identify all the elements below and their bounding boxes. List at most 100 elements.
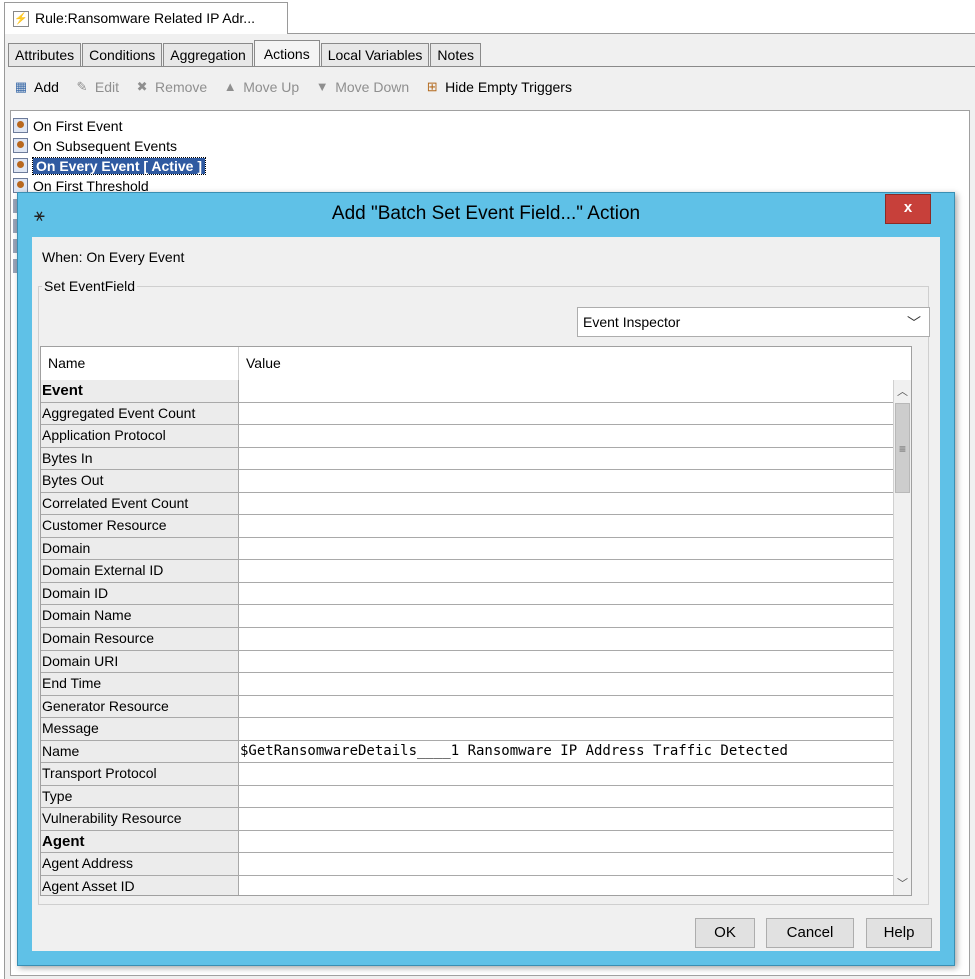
field-value-cell[interactable] — [239, 470, 894, 492]
scroll-thumb[interactable]: ≡ — [895, 403, 910, 493]
column-header-name[interactable]: Name — [48, 355, 85, 371]
field-name-cell: Vulnerability Resource — [41, 808, 239, 830]
table-row[interactable]: Generator Resource — [41, 695, 894, 719]
field-value-cell[interactable]: $GetRansomwareDetails____1 Ransomware IP… — [239, 740, 894, 763]
trigger-item-on-first-event[interactable]: On First Event — [13, 116, 122, 135]
field-name-cell: End Time — [41, 673, 239, 695]
field-value-cell[interactable] — [239, 876, 894, 895]
field-value-cell[interactable] — [239, 402, 894, 425]
column-header-value[interactable]: Value — [246, 355, 281, 371]
table-row[interactable]: Transport Protocol — [41, 763, 894, 786]
move-down-button[interactable]: ▼ Move Down — [313, 78, 409, 96]
set-eventfield-legend: Set EventField — [42, 278, 138, 294]
field-value-cell[interactable] — [239, 425, 894, 447]
table-row[interactable]: Domain Name — [41, 605, 894, 629]
field-value-cell[interactable] — [239, 785, 894, 808]
table-row[interactable]: Message — [41, 718, 894, 741]
field-name-cell: Message — [41, 718, 239, 740]
table-row[interactable]: Name $GetRansomwareDetails____1 Ransomwar… — [41, 740, 894, 764]
trigger-item-on-subsequent-events[interactable]: On Subsequent Events — [13, 136, 177, 155]
dialog-body: When: On Every Event Set EventField Even… — [32, 237, 940, 951]
cancel-button[interactable]: Cancel — [766, 918, 854, 948]
rule-document-tab[interactable]: ⚡ Rule:Ransomware Related IP Adr... — [4, 2, 288, 34]
add-button[interactable]: ▦ Add — [12, 78, 59, 96]
hide-empty-triggers-button[interactable]: ⊞ Hide Empty Triggers — [423, 78, 572, 96]
grid-scrollbar[interactable]: ︿ ≡ ﹀ — [893, 380, 911, 895]
table-row[interactable]: Agent Address — [41, 853, 894, 877]
dialog-title-bar[interactable]: ⚹ Add "Batch Set Event Field..." Action … — [18, 193, 954, 237]
field-value-cell[interactable] — [239, 380, 894, 402]
edit-button[interactable]: ✎ Edit — [73, 78, 119, 96]
field-name-cell: Agent Address — [41, 853, 239, 876]
field-value-cell[interactable] — [239, 808, 894, 830]
field-value-cell[interactable] — [239, 515, 894, 537]
trigger-label: On Every Event [ Active ] — [32, 156, 206, 175]
category-row[interactable]: Event — [41, 380, 894, 403]
chevron-down-icon: ﹀ — [907, 315, 921, 331]
tab-strip-border — [8, 66, 975, 67]
when-label: When: On Every Event — [42, 249, 185, 265]
field-value-cell[interactable] — [239, 650, 894, 673]
field-value-cell[interactable] — [239, 763, 894, 785]
table-row[interactable]: Application Protocol — [41, 425, 894, 448]
arrow-up-icon: ▲ — [223, 79, 237, 94]
trigger-icon — [13, 118, 28, 133]
field-name-cell: Agent — [41, 830, 239, 853]
field-value-cell[interactable] — [239, 537, 894, 560]
scroll-up-icon[interactable]: ︿ — [894, 383, 911, 401]
table-row[interactable]: Correlated Event Count — [41, 492, 894, 516]
field-value-cell[interactable] — [239, 673, 894, 695]
remove-button[interactable]: ✖ Remove — [133, 78, 208, 96]
field-value-cell[interactable] — [239, 560, 894, 582]
move-up-button[interactable]: ▲ Move Up — [221, 78, 299, 96]
tab-actions[interactable]: Actions — [253, 40, 320, 67]
table-row[interactable]: Domain ID — [41, 582, 894, 606]
table-row[interactable]: Bytes Out — [41, 470, 894, 493]
field-value-cell[interactable] — [239, 605, 894, 628]
field-value-cell[interactable] — [239, 628, 894, 650]
field-value-cell[interactable] — [239, 582, 894, 605]
help-button[interactable]: Help — [866, 918, 932, 948]
table-row[interactable]: Aggregated Event Count — [41, 402, 894, 426]
tab-conditions[interactable]: Conditions — [82, 43, 163, 67]
column-divider[interactable] — [238, 347, 239, 380]
rule-icon: ⚡ — [13, 11, 29, 27]
field-name-cell: Correlated Event Count — [41, 492, 239, 515]
tab-notes[interactable]: Notes — [430, 43, 481, 67]
category-row[interactable]: Agent — [41, 830, 894, 854]
field-value-cell[interactable] — [239, 447, 894, 470]
close-button[interactable]: x — [885, 194, 931, 224]
field-value-cell[interactable] — [239, 830, 894, 853]
table-row[interactable]: Customer Resource — [41, 515, 894, 538]
trigger-item-on-every-event[interactable]: On Every Event [ Active ] — [13, 156, 206, 175]
field-name-cell: Domain External ID — [41, 560, 239, 582]
actions-toolbar: ▦ Add ✎ Edit ✖ Remove ▲ Move Up ▼ Move D… — [12, 76, 586, 98]
table-row[interactable]: Agent Asset ID — [41, 876, 894, 895]
field-name-cell: Domain Name — [41, 605, 239, 628]
remove-x-icon: ✖ — [136, 79, 148, 94]
table-row[interactable]: Domain Resource — [41, 628, 894, 651]
trigger-icon — [13, 158, 28, 173]
field-name-cell: Aggregated Event Count — [41, 402, 239, 425]
table-row[interactable]: Domain External ID — [41, 560, 894, 583]
tab-attributes[interactable]: Attributes — [8, 43, 82, 67]
ok-button[interactable]: OK — [695, 918, 755, 948]
tab-aggregation[interactable]: Aggregation — [163, 43, 253, 67]
tab-local-variables[interactable]: Local Variables — [320, 43, 430, 67]
field-name-cell: Domain URI — [41, 650, 239, 673]
table-row[interactable]: Bytes In — [41, 447, 894, 471]
table-row[interactable]: Type — [41, 785, 894, 809]
field-value-cell[interactable] — [239, 718, 894, 740]
arrow-down-icon: ▼ — [315, 79, 329, 94]
scroll-down-icon[interactable]: ﹀ — [894, 875, 911, 893]
field-value-cell[interactable] — [239, 853, 894, 876]
inspector-dropdown[interactable]: Event Inspector ﹀ — [577, 307, 930, 337]
table-row[interactable]: Domain — [41, 537, 894, 561]
table-row[interactable]: Vulnerability Resource — [41, 808, 894, 831]
inspector-dropdown-value: Event Inspector — [583, 314, 681, 330]
field-value-cell[interactable] — [239, 492, 894, 515]
editor-tab-strip: Attributes Conditions Aggregation Action… — [8, 40, 482, 67]
table-row[interactable]: End Time — [41, 673, 894, 696]
field-value-cell[interactable] — [239, 695, 894, 718]
table-row[interactable]: Domain URI — [41, 650, 894, 674]
